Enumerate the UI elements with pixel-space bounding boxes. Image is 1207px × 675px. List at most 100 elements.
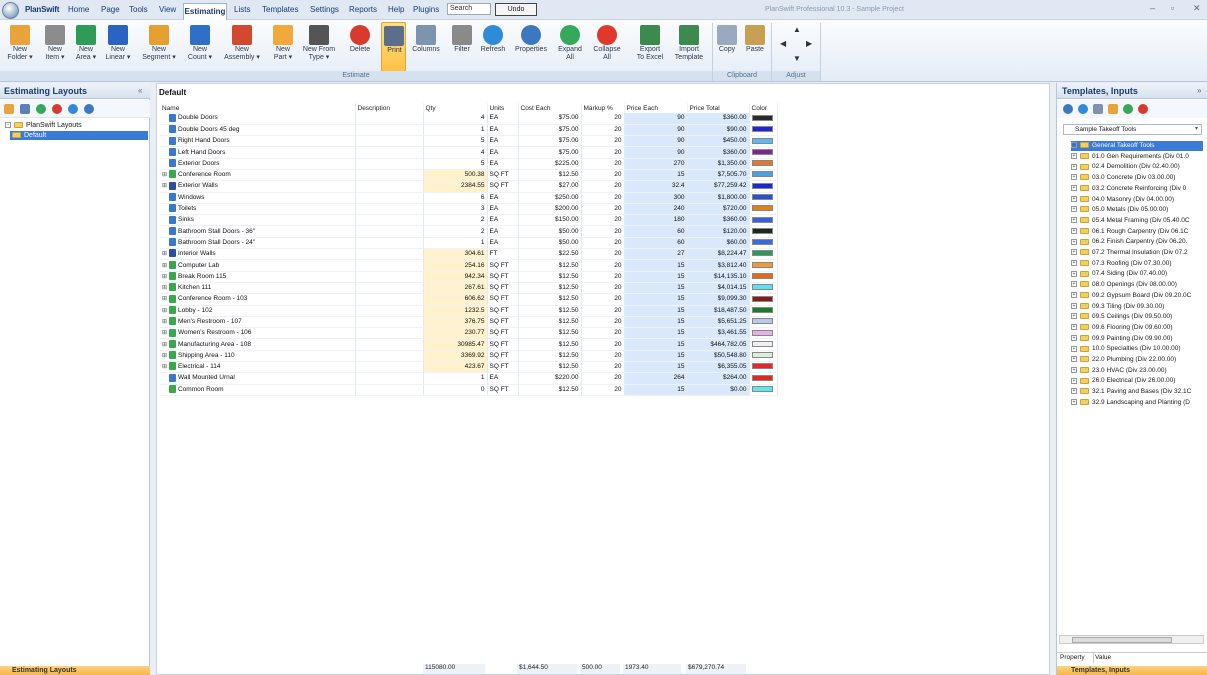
- cell-qty[interactable]: 376.75: [423, 316, 488, 329]
- search-input[interactable]: Search: [447, 3, 491, 15]
- panel-footer-tab[interactable]: Estimating Layouts: [0, 666, 150, 675]
- cell-cost[interactable]: $225.00: [518, 158, 582, 170]
- cell-price-each[interactable]: 15: [624, 169, 688, 182]
- cell-markup[interactable]: 20: [581, 146, 625, 159]
- expand-icon[interactable]: +: [1071, 281, 1077, 288]
- template-tree-item[interactable]: +06.1 Rough Carpentry (Div 06.1C: [1071, 227, 1203, 237]
- cell-price-each[interactable]: 60: [624, 225, 688, 238]
- count-button[interactable]: New Count ▾: [186, 22, 214, 72]
- cell-price-each[interactable]: 90: [624, 113, 688, 125]
- refresh-icon[interactable]: [68, 104, 78, 114]
- table-row[interactable]: ⊞ Break Room 115 942.34 SQ FT $12.50 20 15 $14,…: [160, 271, 778, 283]
- cell-price-each[interactable]: 15: [624, 271, 688, 283]
- horizontal-scrollbar[interactable]: [1059, 635, 1204, 644]
- cell-units[interactable]: SQ FT: [487, 282, 519, 295]
- cell-description[interactable]: [355, 248, 424, 261]
- template-tree-item[interactable]: +07.2 Thermal Insulation (Div 07.2: [1071, 248, 1203, 258]
- template-tree-item[interactable]: +32.1 Paving and Bases (Div 32.1C: [1071, 387, 1203, 397]
- color-swatch[interactable]: [751, 182, 773, 189]
- hammer-button[interactable]: New From Type ▾: [300, 22, 338, 72]
- refresh-icon[interactable]: [1078, 104, 1088, 114]
- cell-units[interactable]: EA: [487, 124, 519, 137]
- cell-markup[interactable]: 20: [581, 225, 625, 238]
- cell-cost[interactable]: $12.50: [518, 169, 582, 182]
- cell-units[interactable]: EA: [487, 214, 519, 227]
- template-tree-item[interactable]: +32.9 Landscaping and Planting (D: [1071, 398, 1203, 408]
- cell-units[interactable]: FT: [487, 248, 519, 261]
- template-tree-item[interactable]: +01.0 Gen Requirements (Div 01.0: [1071, 152, 1203, 162]
- cell-units[interactable]: EA: [487, 225, 519, 238]
- cell-price-total[interactable]: $7,505.70: [687, 169, 750, 182]
- expand-row-icon[interactable]: ⊞: [162, 294, 168, 304]
- undo-button[interactable]: Undo: [495, 3, 537, 16]
- table-row[interactable]: Bathroom Stall Doors - 24" 1 EA $50.00 20 60 $…: [160, 237, 778, 250]
- column-header-cost-each[interactable]: Cost Each: [518, 103, 582, 113]
- cell-color[interactable]: [749, 248, 778, 261]
- cell-cost[interactable]: $12.50: [518, 350, 582, 363]
- cell-name[interactable]: ⊞ Conference Room: [160, 169, 356, 182]
- expand-icon[interactable]: +: [1071, 142, 1077, 149]
- cell-name[interactable]: Double Doors 45 deg: [160, 124, 356, 137]
- cell-cost[interactable]: $220.00: [518, 372, 582, 385]
- cell-cost[interactable]: $12.50: [518, 316, 582, 329]
- cell-units[interactable]: EA: [487, 203, 519, 216]
- expand-icon[interactable]: +: [1071, 345, 1077, 352]
- color-swatch[interactable]: [751, 340, 773, 347]
- filter-button[interactable]: Filter: [449, 22, 475, 72]
- color-swatch[interactable]: [751, 114, 773, 121]
- gear-icon[interactable]: [1063, 104, 1073, 114]
- cell-name[interactable]: Windows: [160, 192, 356, 204]
- template-tree-item[interactable]: +09.3 Tiling (Div 09.30.00): [1071, 302, 1203, 312]
- cell-price-total[interactable]: $9,099.30: [687, 293, 750, 306]
- cell-cost[interactable]: $75.00: [518, 124, 582, 137]
- cell-markup[interactable]: 20: [581, 259, 625, 272]
- menu-page[interactable]: Page: [101, 5, 120, 14]
- tree-node-default[interactable]: Default: [10, 131, 148, 140]
- add-icon[interactable]: [1123, 104, 1133, 114]
- cell-price-total[interactable]: $0.00: [687, 384, 750, 396]
- expand-icon[interactable]: +: [1071, 334, 1077, 341]
- cell-description[interactable]: [355, 259, 424, 272]
- columns-icon[interactable]: [1093, 104, 1103, 114]
- expand-row-icon[interactable]: ⊞: [162, 283, 168, 293]
- cell-color[interactable]: [749, 180, 778, 193]
- segment-button[interactable]: New Segment ▾: [141, 22, 177, 72]
- cell-price-each[interactable]: 264: [624, 372, 688, 385]
- cell-description[interactable]: [355, 124, 424, 137]
- cell-color[interactable]: [749, 282, 778, 295]
- cell-name[interactable]: Bathroom Stall Doors - 36": [160, 225, 356, 238]
- cell-price-each[interactable]: 32.4: [624, 180, 688, 193]
- collapse-panel-icon[interactable]: »: [1197, 86, 1201, 95]
- collapse-panel-icon[interactable]: «: [138, 86, 142, 95]
- color-swatch[interactable]: [751, 352, 773, 359]
- folder-icon[interactable]: [4, 104, 14, 114]
- chevron-down-icon[interactable]: ▾: [1195, 125, 1198, 134]
- cell-cost[interactable]: $12.50: [518, 361, 582, 374]
- cell-cost[interactable]: $50.00: [518, 237, 582, 250]
- cell-description[interactable]: [355, 135, 424, 148]
- cell-color[interactable]: [749, 158, 778, 170]
- cell-markup[interactable]: 20: [581, 169, 625, 182]
- color-swatch[interactable]: [751, 227, 773, 234]
- cell-name[interactable]: ⊞ Break Room 115: [160, 271, 356, 283]
- template-tree-item[interactable]: +03.2 Concrete Reinforcing (Div 0: [1071, 184, 1203, 194]
- cell-color[interactable]: [749, 203, 778, 216]
- cell-qty[interactable]: 5: [423, 158, 488, 170]
- cell-cost[interactable]: $27.00: [518, 180, 582, 193]
- template-tree-item[interactable]: +09.2 Gypsum Board (Div 09.20.0C: [1071, 291, 1203, 301]
- cell-markup[interactable]: 20: [581, 384, 625, 396]
- menu-lists[interactable]: Lists: [234, 5, 250, 14]
- panel-footer-tab[interactable]: Templates, Inputs: [1057, 666, 1207, 675]
- template-tree-item[interactable]: +04.0 Masonry (Div 04.00.00): [1071, 195, 1203, 205]
- cell-units[interactable]: EA: [487, 146, 519, 159]
- cell-name[interactable]: ⊞ Kitchen 111: [160, 282, 356, 295]
- expand-row-icon[interactable]: ⊞: [162, 306, 168, 316]
- cell-name[interactable]: ⊞ Shipping Area - 110: [160, 350, 356, 363]
- expand-icon[interactable]: +: [1071, 366, 1077, 373]
- cell-cost[interactable]: $12.50: [518, 305, 582, 317]
- color-swatch[interactable]: [751, 239, 773, 246]
- cell-units[interactable]: SQ FT: [487, 327, 519, 340]
- cell-units[interactable]: SQ FT: [487, 316, 519, 329]
- color-swatch[interactable]: [751, 137, 773, 144]
- gear-button[interactable]: Properties: [513, 22, 549, 72]
